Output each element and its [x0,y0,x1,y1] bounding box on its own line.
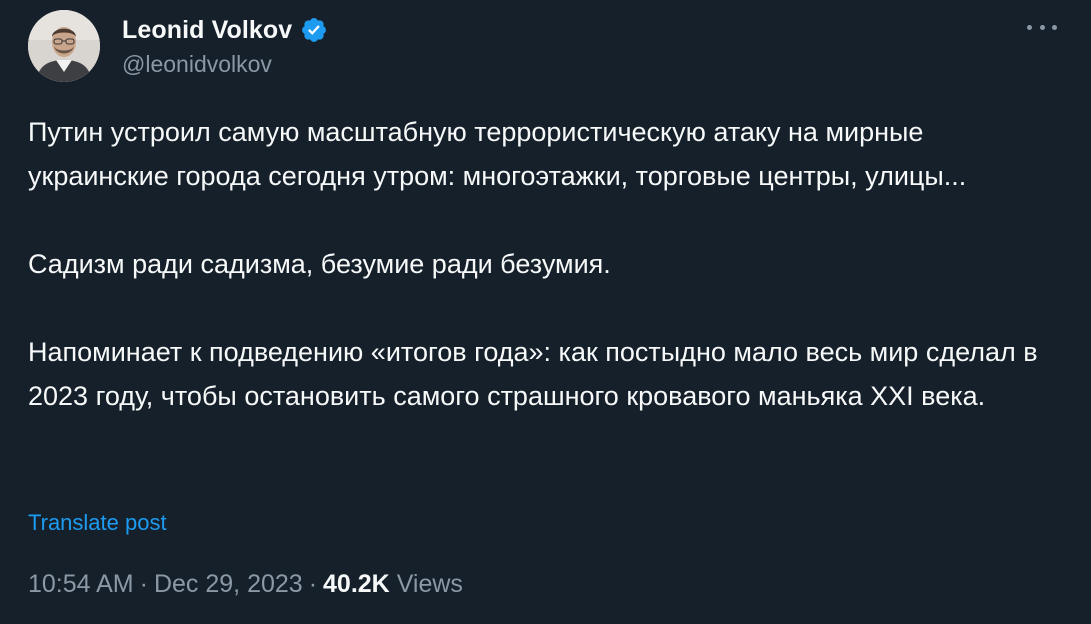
author-name-row: Leonid Volkov [122,13,328,47]
tweet-text: Путин устроил самую масштабную террорист… [28,110,1058,418]
views-label: Views [396,570,463,598]
meta-separator: · [139,570,148,598]
tweet-paragraph: Напоминает к подведению «итогов года»: к… [28,337,1038,411]
more-options-icon[interactable] [1027,20,1057,34]
tweet-paragraph: Садизм ради садизма, безумие ради безуми… [28,249,611,279]
more-dot [1052,24,1057,30]
author-handle[interactable]: @leonidvolkov [122,51,272,78]
avatar-image [28,10,100,82]
translate-post-link[interactable]: Translate post [28,510,167,536]
more-dot [1039,24,1045,30]
tweet-paragraph: Путин устроил самую масштабную террорист… [28,117,967,191]
author-display-name[interactable]: Leonid Volkov [122,16,292,45]
tweet-time[interactable]: 10:54 AM [28,570,134,598]
meta-separator: · [308,570,318,598]
more-dot [1027,24,1032,30]
avatar[interactable] [28,10,100,82]
tweet-date[interactable]: Dec 29, 2023 [154,570,303,598]
verified-badge-icon[interactable] [300,16,328,44]
views-count[interactable]: 40.2K [323,570,390,598]
tweet-meta: 10:54 AM · Dec 29, 2023 · 40.2K Views [28,570,463,599]
